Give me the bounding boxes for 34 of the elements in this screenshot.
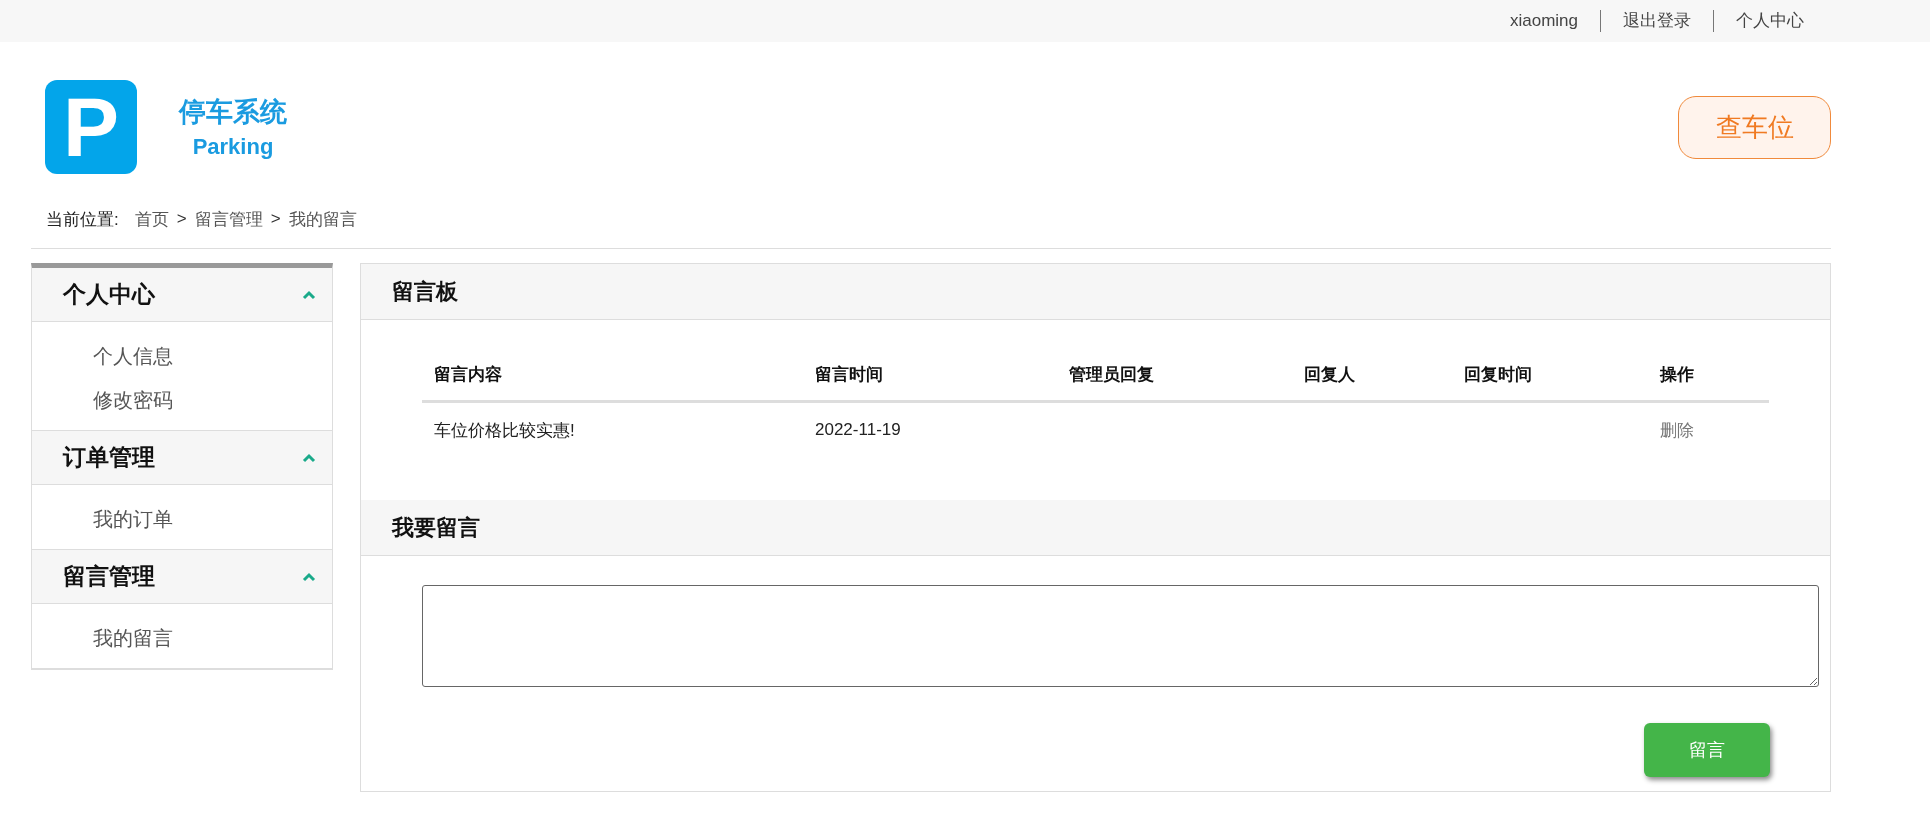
column-header: 留言内容 [434, 363, 503, 386]
breadcrumb-link[interactable]: 留言管理 [194, 207, 263, 231]
panel-title: 我要留言 [392, 513, 480, 542]
logo-letter: P [63, 85, 119, 169]
breadcrumb-link[interactable]: 我的留言 [288, 207, 357, 231]
brand-title: 停车系统 [179, 96, 287, 129]
sidebar-group-header[interactable]: 订单管理 [32, 431, 332, 485]
delete-link[interactable]: 删除 [1660, 418, 1694, 442]
sidebar-item[interactable]: 我的订单 [93, 497, 332, 541]
sidebar-item[interactable]: 个人信息 [93, 334, 332, 378]
message-input[interactable] [422, 585, 1819, 687]
panel-title: 留言板 [392, 277, 458, 306]
column-header: 回复时间 [1464, 363, 1533, 386]
top-link[interactable]: 退出登录 [1600, 10, 1713, 32]
table-cell-text: 2022-11-19 [815, 420, 902, 440]
sidebar-group-header[interactable]: 留言管理 [32, 550, 332, 604]
chevron-icon [302, 452, 316, 463]
column-header: 留言时间 [815, 363, 884, 386]
breadcrumb-separator: > [270, 209, 281, 229]
brand-subtitle: Parking [192, 134, 274, 160]
column-header: 回复人 [1304, 363, 1356, 386]
breadcrumb-label: 当前位置: [46, 208, 119, 231]
breadcrumb-link[interactable]: 首页 [134, 207, 169, 231]
breadcrumb-separator: > [176, 209, 187, 229]
chevron-icon [302, 289, 316, 300]
top-link[interactable]: 个人中心 [1713, 10, 1826, 32]
table-cell-text: 车位价格比较实惠! [434, 419, 576, 442]
sidebar-item[interactable]: 我的留言 [93, 616, 332, 660]
chevron-icon [302, 571, 316, 582]
sidebar-item[interactable]: 修改密码 [93, 378, 332, 422]
column-header: 操作 [1660, 363, 1695, 386]
column-header: 管理员回复 [1069, 363, 1155, 386]
sidebar-group-header[interactable]: 个人中心 [32, 268, 332, 322]
top-link[interactable]: xiaoming [1487, 10, 1600, 32]
